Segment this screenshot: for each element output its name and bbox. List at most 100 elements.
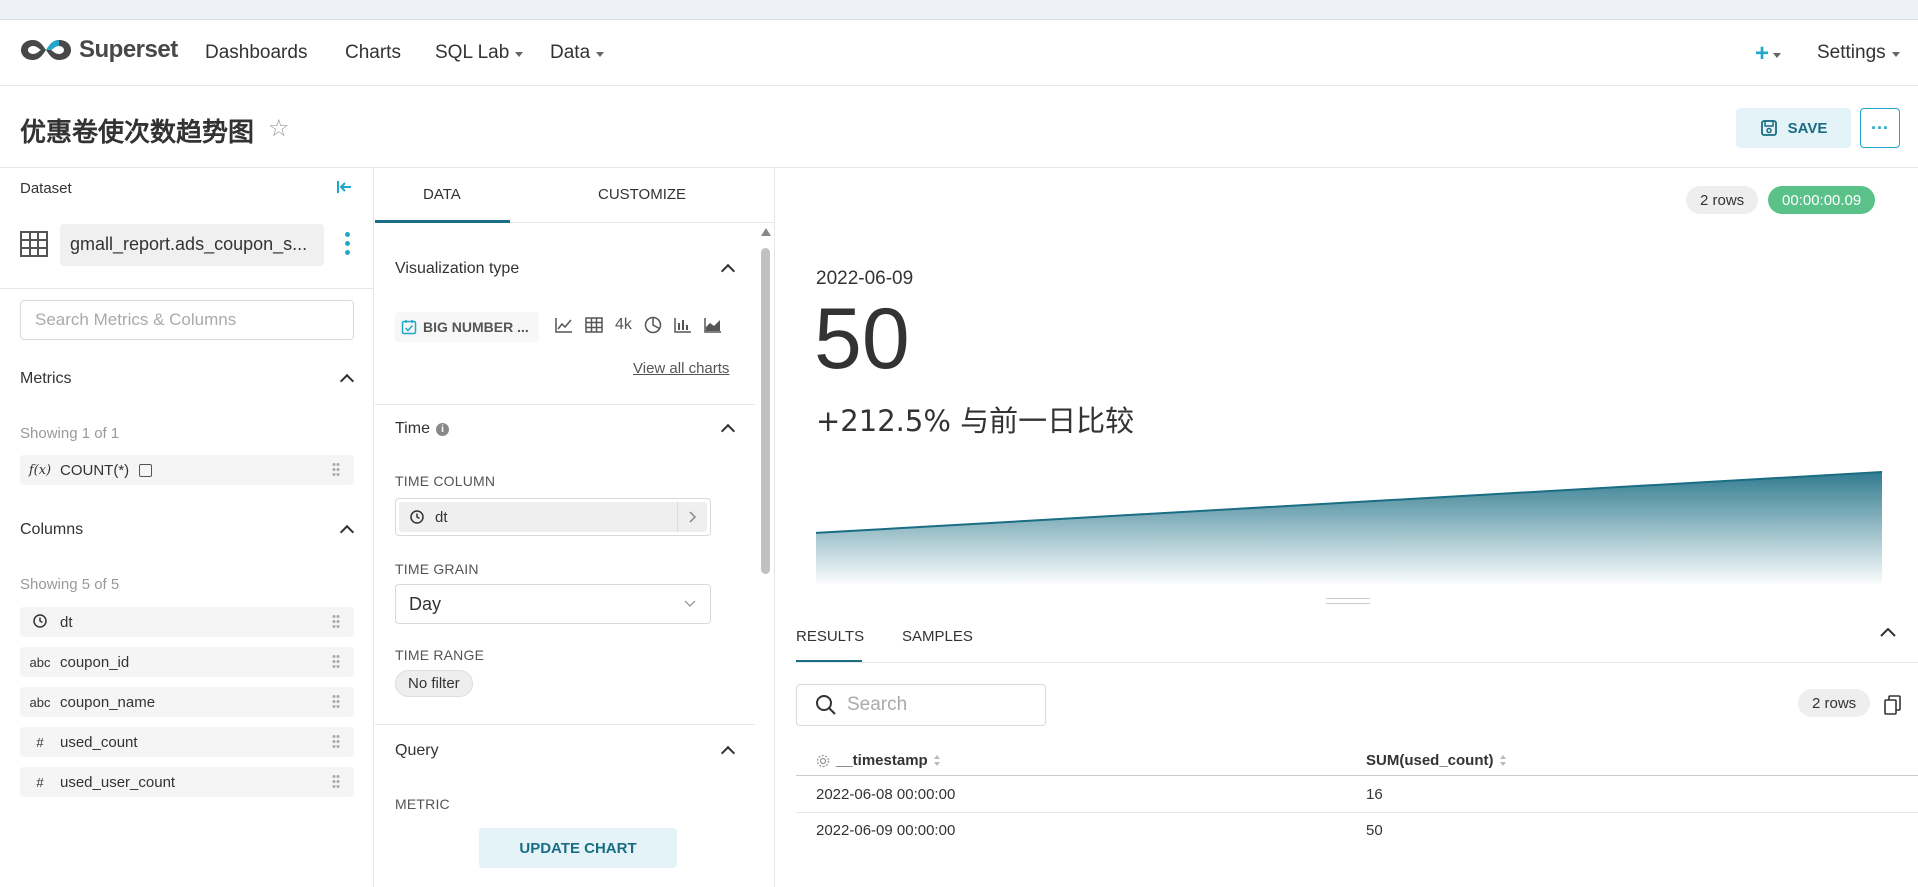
viz-type-selected[interactable]: BIG NUMBER ... [395, 312, 539, 342]
metric-item[interactable]: f(x) COUNT(*) [20, 455, 354, 485]
tab-samples[interactable]: SAMPLES [902, 628, 973, 645]
chevron-down-icon [1773, 52, 1782, 58]
drag-handle-icon[interactable] [332, 734, 340, 750]
metrics-showing: Showing 1 of 1 [20, 425, 120, 442]
dataset-label: Dataset [20, 180, 72, 197]
table-chart-icon[interactable] [585, 317, 603, 333]
nav-data-label: Data [550, 42, 591, 63]
drag-handle-icon[interactable] [332, 774, 340, 790]
time-range-filter[interactable]: No filter [395, 670, 473, 697]
column-item-used-user-count[interactable]: # used_user_count [20, 767, 354, 797]
table-cell: 2022-06-09 00:00:00 [816, 822, 956, 839]
divider [375, 404, 755, 405]
top-navbar: Superset Dashboards Charts SQL Lab Data … [0, 20, 1918, 86]
time-column-chip[interactable]: dt [399, 502, 707, 532]
column-name: coupon_name [60, 693, 156, 711]
star-icon[interactable]: ☆ [268, 114, 290, 143]
numeric-type-icon: # [36, 774, 44, 790]
column-item-used-count[interactable]: # used_count [20, 727, 354, 757]
dataset-menu-icon[interactable] [345, 232, 351, 259]
chevron-up-icon[interactable] [720, 745, 736, 761]
drag-handle-icon[interactable] [332, 694, 340, 710]
drag-handle-icon[interactable] [332, 654, 340, 670]
chevron-up-icon[interactable] [339, 524, 355, 540]
sort-icon[interactable] [933, 754, 940, 767]
time-column-field[interactable]: dt [395, 498, 711, 536]
column-item-coupon-id[interactable]: abc coupon_id [20, 647, 354, 677]
chart-title[interactable]: 优惠卷使次数趋势图 [20, 112, 254, 149]
time-grain-select[interactable]: Day [395, 584, 711, 624]
string-type-icon: abc [29, 694, 51, 710]
divider [375, 724, 755, 725]
column-item-dt[interactable]: dt [20, 607, 354, 637]
columns-heading[interactable]: Columns [20, 521, 83, 539]
scroll-up-icon[interactable] [761, 228, 771, 236]
nav-settings-label: Settings [1817, 42, 1886, 63]
time-heading[interactable]: Time i [395, 420, 449, 438]
chevron-up-icon[interactable] [720, 263, 736, 279]
tab-customize[interactable]: CUSTOMIZE [598, 186, 686, 203]
chevron-up-icon[interactable] [1880, 624, 1896, 642]
nav-settings[interactable]: Settings [1817, 42, 1900, 64]
big-number-icon[interactable]: 4k [615, 316, 632, 334]
column-header-timestamp[interactable]: __timestamp [816, 752, 940, 769]
save-label: SAVE [1787, 119, 1828, 137]
column-header-sum-used-count[interactable]: SUM(used_count) [1366, 752, 1506, 769]
nav-charts[interactable]: Charts [345, 42, 401, 64]
drag-handle-icon[interactable] [332, 462, 340, 478]
tab-results[interactable]: RESULTS [796, 628, 864, 645]
column-item-coupon-name[interactable]: abc coupon_name [20, 687, 354, 717]
table-cell: 2022-06-08 00:00:00 [816, 786, 956, 803]
more-options-button[interactable]: ··· [1860, 108, 1900, 148]
dataset-name[interactable]: gmall_report.ads_coupon_s... [60, 224, 324, 266]
string-type-icon: abc [29, 654, 51, 670]
results-search-placeholder: Search [847, 694, 908, 715]
info-icon[interactable]: i [435, 422, 449, 436]
search-metrics-columns-input[interactable]: Search Metrics & Columns [20, 300, 354, 340]
column-header-label: __timestamp [836, 752, 928, 769]
metric-name: COUNT(*) [60, 461, 130, 479]
drag-handle-icon[interactable] [332, 614, 340, 630]
function-icon: f(x) [28, 462, 52, 478]
search-icon [816, 695, 836, 715]
nav-data[interactable]: Data [550, 42, 605, 64]
more-icon: ··· [1871, 117, 1889, 138]
pie-chart-icon[interactable] [644, 316, 662, 334]
dataset-panel: Dataset gmall_report.ads_coupon_s... Sea… [0, 168, 374, 887]
results-row-count-badge: 2 rows [1798, 689, 1871, 717]
chevron-down-icon [1891, 51, 1900, 57]
column-name: used_user_count [60, 773, 176, 791]
line-chart-icon[interactable] [555, 317, 573, 333]
save-button[interactable]: SAVE [1736, 108, 1851, 148]
new-menu-button[interactable]: + [1755, 40, 1782, 68]
table-cell: 50 [1366, 822, 1383, 839]
chevron-up-icon[interactable] [720, 423, 736, 439]
nav-sql-lab[interactable]: SQL Lab [435, 42, 524, 64]
trendline-area [816, 472, 1882, 584]
update-chart-button[interactable]: UPDATE CHART [479, 828, 677, 868]
time-range-label: TIME RANGE [395, 647, 485, 663]
viz-type-label: BIG NUMBER ... [423, 319, 529, 335]
bar-chart-icon[interactable] [674, 317, 692, 333]
divider [0, 288, 373, 289]
numeric-type-icon: # [36, 734, 44, 750]
resize-handle[interactable] [1326, 598, 1370, 604]
view-all-charts-link[interactable]: View all charts [633, 360, 729, 377]
copy-icon[interactable] [1884, 695, 1902, 720]
area-chart-icon[interactable] [704, 317, 722, 333]
viz-type-heading[interactable]: Visualization type [395, 260, 519, 278]
tab-data[interactable]: DATA [423, 186, 461, 203]
sort-icon[interactable] [1499, 754, 1506, 767]
metrics-heading[interactable]: Metrics [20, 370, 72, 388]
browser-strip [0, 0, 1918, 20]
superset-logo[interactable]: Superset [19, 36, 178, 64]
chevron-right-icon[interactable] [677, 502, 707, 532]
query-heading[interactable]: Query [395, 742, 439, 760]
chevron-up-icon[interactable] [339, 373, 355, 389]
results-search-input[interactable]: Search [796, 684, 1046, 726]
table-header-border [796, 775, 1918, 776]
nav-dashboards[interactable]: Dashboards [205, 42, 307, 64]
active-tab-indicator [796, 660, 862, 662]
scrollbar-thumb[interactable] [761, 248, 770, 574]
collapse-panel-icon[interactable] [336, 180, 352, 199]
